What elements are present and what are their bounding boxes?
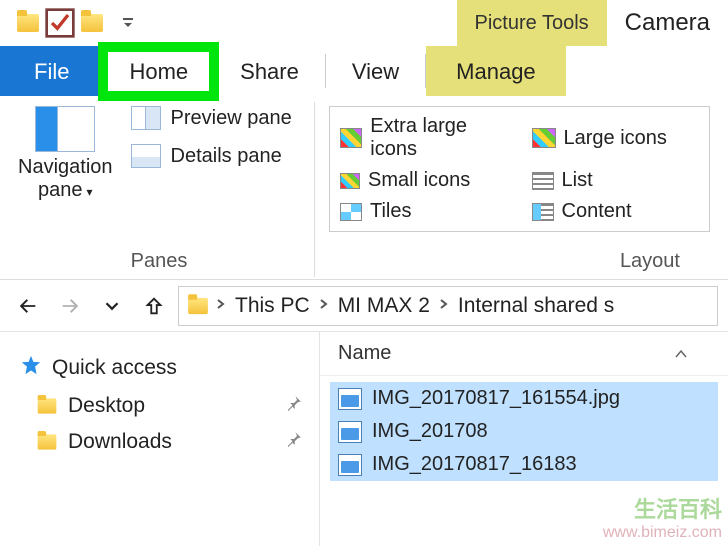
navigation-pane-icon xyxy=(35,106,95,152)
ribbon-group-panes: Navigation pane▾ Preview pane Details pa… xyxy=(4,102,314,277)
folder-app-icon xyxy=(12,7,44,39)
properties-check-icon[interactable] xyxy=(44,7,76,39)
layout-large-icons[interactable]: Large icons xyxy=(532,115,700,161)
preview-pane-button[interactable]: Preview pane xyxy=(131,106,292,130)
preview-pane-label: Preview pane xyxy=(171,107,292,130)
layout-group-label: Layout xyxy=(329,244,710,273)
tab-file[interactable]: File xyxy=(0,46,103,96)
navigation-pane-button[interactable]: Navigation pane▾ xyxy=(18,106,113,202)
column-header-name-label: Name xyxy=(338,342,391,365)
window-title: Camera xyxy=(607,9,728,37)
recent-locations-button[interactable] xyxy=(94,288,130,324)
content-icon xyxy=(532,203,554,221)
tab-manage[interactable]: Manage xyxy=(426,46,566,96)
file-name: IMG_20170817_16183 xyxy=(372,453,577,476)
list-icon xyxy=(532,172,554,190)
column-header-name[interactable]: Name xyxy=(320,332,728,376)
breadcrumb-sep-icon[interactable] xyxy=(215,297,227,315)
navigation-pane-label2: pane▾ xyxy=(38,179,93,202)
layout-list[interactable]: List xyxy=(532,169,700,192)
layout-extra-large-icons[interactable]: Extra large icons xyxy=(340,115,508,161)
address-folder-icon xyxy=(185,293,211,319)
qat-customize-icon[interactable] xyxy=(112,7,144,39)
up-button[interactable] xyxy=(136,288,172,324)
breadcrumb-sep-icon[interactable] xyxy=(438,297,450,315)
breadcrumb-this-pc[interactable]: This PC xyxy=(231,294,314,318)
contextual-tab-label: Picture Tools xyxy=(457,0,607,46)
layout-tiles[interactable]: Tiles xyxy=(340,200,508,223)
sidebar-desktop-label: Desktop xyxy=(68,394,145,418)
sidebar-desktop[interactable]: Desktop xyxy=(6,388,313,424)
navigation-toolbar: This PC MI MAX 2 Internal shared s xyxy=(0,280,728,332)
folder-icon xyxy=(38,434,57,449)
tab-view[interactable]: View xyxy=(326,46,425,96)
sidebar-quick-access[interactable]: Quick access xyxy=(6,348,313,388)
details-pane-button[interactable]: Details pane xyxy=(131,144,292,168)
qat-folder-icon[interactable] xyxy=(76,7,108,39)
title-bar: Picture Tools Camera xyxy=(0,0,728,46)
panes-group-label: Panes xyxy=(18,244,300,273)
breadcrumb-storage[interactable]: Internal shared s xyxy=(454,294,618,318)
navigation-pane-label1: Navigation xyxy=(18,156,113,179)
breadcrumb-sep-icon[interactable] xyxy=(318,297,330,315)
forward-button[interactable] xyxy=(52,288,88,324)
back-button[interactable] xyxy=(10,288,46,324)
tab-home-label: Home xyxy=(129,59,188,85)
large-icons-icon xyxy=(532,128,556,148)
file-row[interactable]: IMG_20170817_161554.jpg xyxy=(330,382,718,415)
ribbon: Navigation pane▾ Preview pane Details pa… xyxy=(0,96,728,280)
sidebar-downloads[interactable]: Downloads xyxy=(6,424,313,460)
watermark-line2: www.bimeiz.com xyxy=(603,524,722,542)
tiles-icon xyxy=(340,203,362,221)
navigation-pane: Quick access Desktop Downloads xyxy=(0,332,320,546)
file-row[interactable]: IMG_20170817_16183 xyxy=(330,448,718,481)
pin-icon xyxy=(285,394,303,418)
image-file-icon xyxy=(338,388,362,410)
file-name: IMG_20170817_161554.jpg xyxy=(372,387,620,410)
pin-icon xyxy=(285,430,303,454)
details-pane-icon xyxy=(131,144,161,168)
sidebar-downloads-label: Downloads xyxy=(68,430,172,454)
file-name: IMG_201708 xyxy=(372,420,488,443)
layout-small-icons[interactable]: Small icons xyxy=(340,169,508,192)
image-file-icon xyxy=(338,421,362,443)
sidebar-quick-access-label: Quick access xyxy=(52,356,177,380)
ribbon-group-layout: Extra large icons Large icons Small icon… xyxy=(314,102,724,277)
quick-access-star-icon xyxy=(20,354,42,382)
file-row[interactable]: IMG_201708 xyxy=(330,415,718,448)
preview-pane-icon xyxy=(131,106,161,130)
watermark: 生活百科 www.bimeiz.com xyxy=(603,492,722,542)
address-bar[interactable]: This PC MI MAX 2 Internal shared s xyxy=(178,286,718,326)
watermark-line1: 生活百科 xyxy=(603,492,722,524)
breadcrumb-device[interactable]: MI MAX 2 xyxy=(334,294,434,318)
tab-share[interactable]: Share xyxy=(214,46,325,96)
tab-home[interactable]: Home xyxy=(103,46,214,96)
ribbon-tabs: File Home Share View Manage xyxy=(0,46,728,96)
extra-large-icons-icon xyxy=(340,128,362,148)
folder-icon xyxy=(38,398,57,413)
details-pane-label: Details pane xyxy=(171,145,282,168)
image-file-icon xyxy=(338,454,362,476)
layout-content[interactable]: Content xyxy=(532,200,700,223)
small-icons-icon xyxy=(340,173,360,189)
sort-indicator-icon xyxy=(674,342,688,365)
